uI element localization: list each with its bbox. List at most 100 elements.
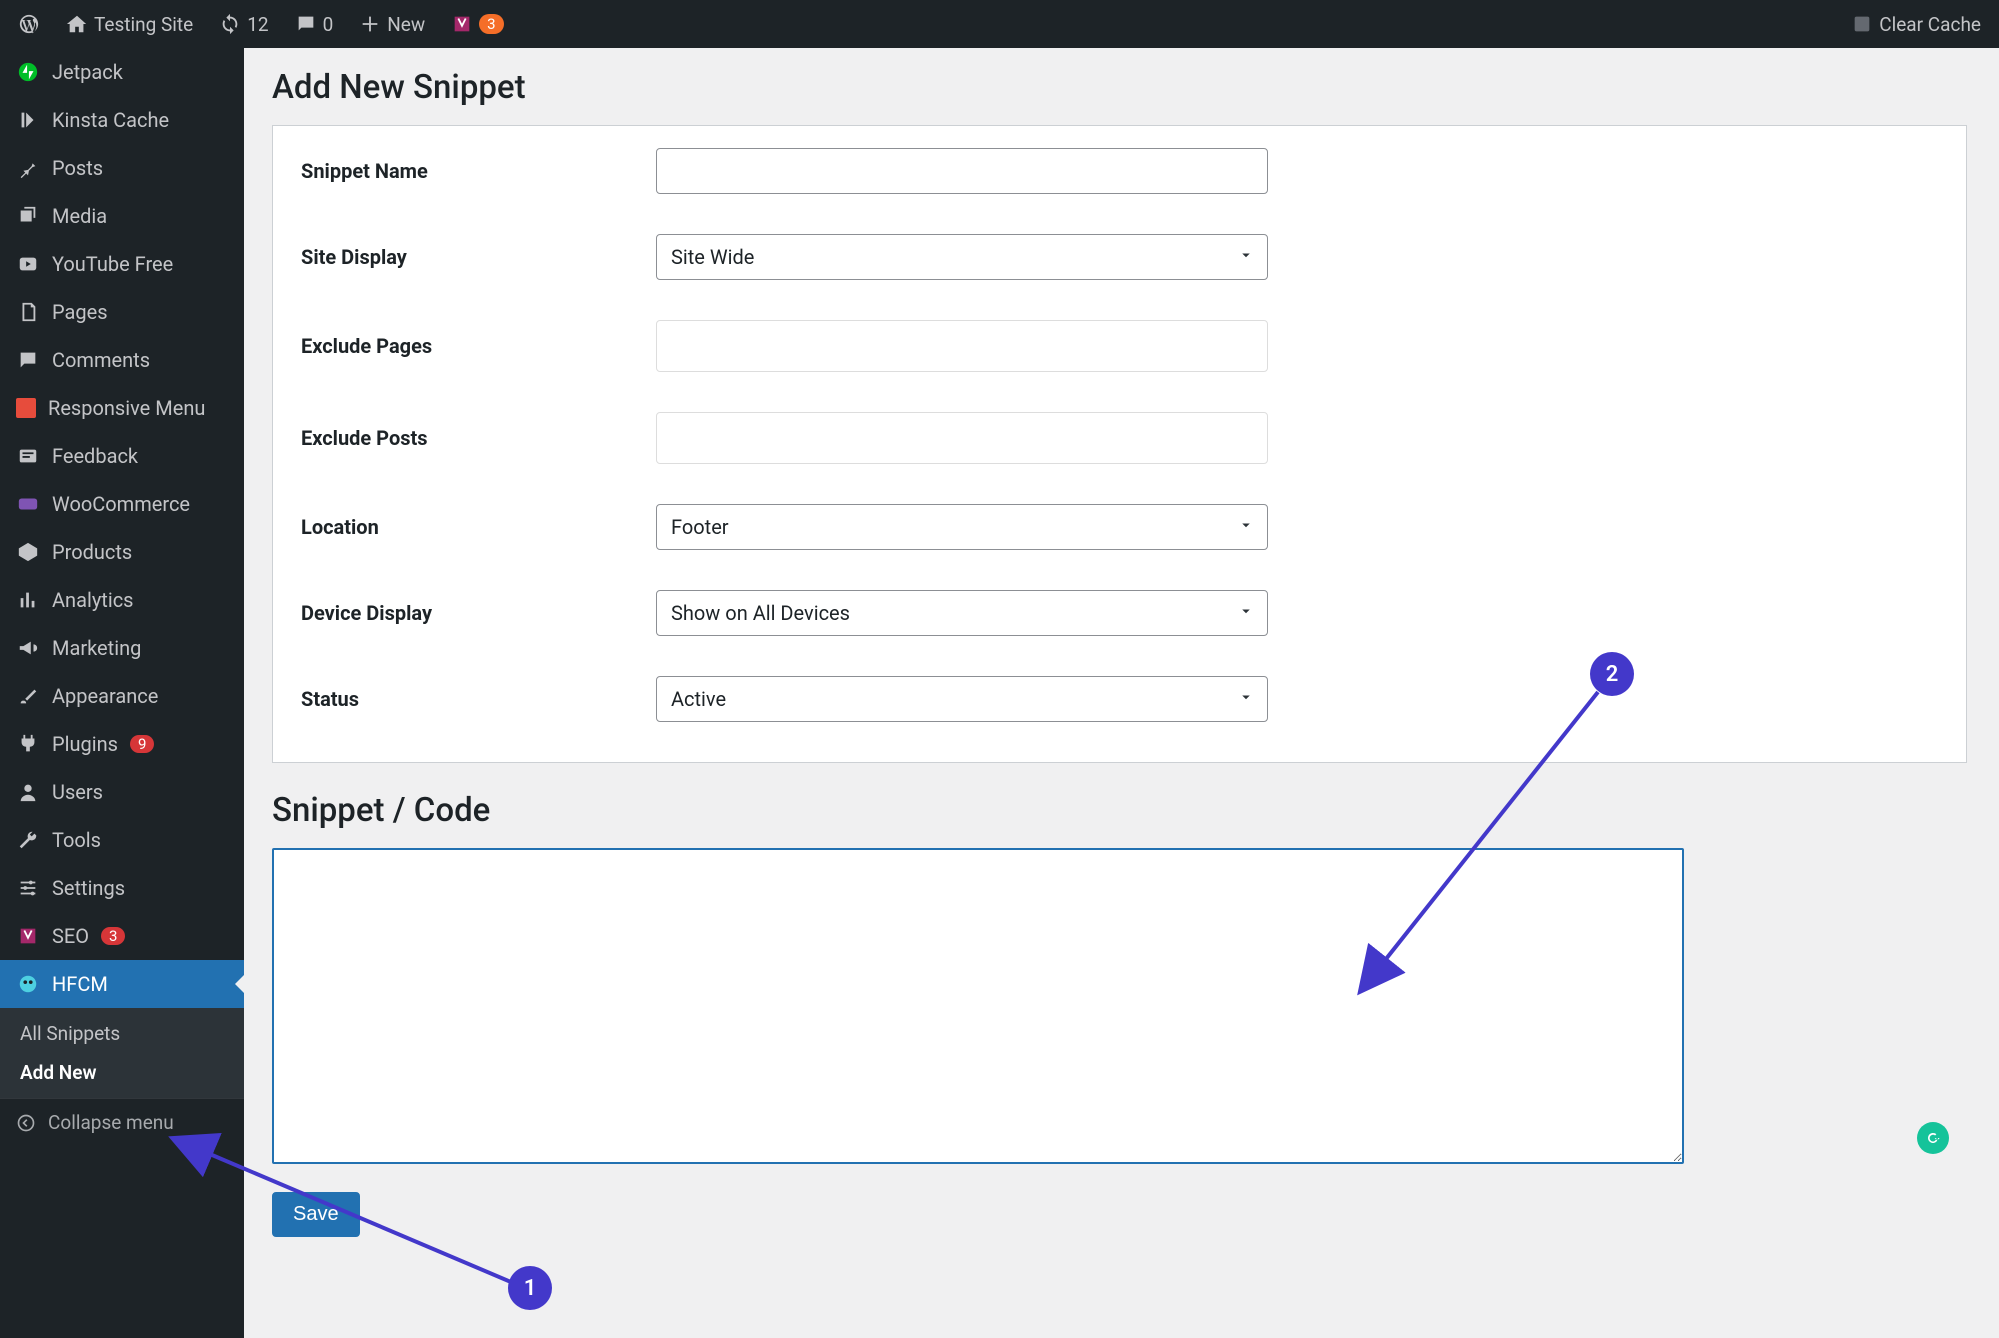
chevron-down-icon — [1237, 601, 1255, 625]
pin-icon — [16, 156, 40, 180]
sidebar-item-seo[interactable]: SEO 3 — [0, 912, 244, 960]
status-select[interactable]: Active — [656, 676, 1268, 722]
location-value: Footer — [671, 515, 729, 539]
media-icon — [16, 204, 40, 228]
yoast-icon — [16, 924, 40, 948]
sidebar-item-posts[interactable]: Posts — [0, 144, 244, 192]
sidebar-item-label: Responsive Menu — [48, 396, 205, 420]
sidebar-item-analytics[interactable]: Analytics — [0, 576, 244, 624]
location-select[interactable]: Footer — [656, 504, 1268, 550]
admin-toolbar: Testing Site 12 0 New 3 — [0, 0, 1999, 48]
updates-link[interactable]: 12 — [209, 0, 278, 48]
snippet-name-input[interactable] — [656, 148, 1268, 194]
sidebar-item-woocommerce[interactable]: WooCommerce — [0, 480, 244, 528]
wordpress-icon — [18, 13, 40, 35]
play-icon — [16, 252, 40, 276]
sidebar-item-label: Products — [52, 540, 132, 564]
user-icon — [16, 780, 40, 804]
site-name: Testing Site — [94, 13, 193, 36]
woocommerce-icon — [16, 492, 40, 516]
page-title: Add New Snippet — [272, 68, 1967, 107]
yoast-link[interactable]: 3 — [441, 0, 513, 48]
sidebar-item-label: SEO — [52, 924, 89, 948]
sidebar-item-responsive-menu[interactable]: Responsive Menu — [0, 384, 244, 432]
sidebar-item-label: Pages — [52, 300, 108, 324]
sidebar-item-marketing[interactable]: Marketing — [0, 624, 244, 672]
products-icon — [16, 540, 40, 564]
updates-count: 12 — [247, 13, 268, 36]
grammarly-icon[interactable] — [1917, 1122, 1949, 1154]
plug-icon — [16, 732, 40, 756]
new-label: New — [387, 13, 425, 36]
new-content-link[interactable]: New — [349, 0, 435, 48]
sidebar-item-tools[interactable]: Tools — [0, 816, 244, 864]
sidebar-item-pages[interactable]: Pages — [0, 288, 244, 336]
sidebar-item-label: Kinsta Cache — [52, 108, 169, 132]
sidebar-item-label: Media — [52, 204, 107, 228]
sidebar-item-label: WooCommerce — [52, 492, 190, 516]
comments-count: 0 — [323, 13, 334, 36]
exclude-pages-input[interactable] — [656, 320, 1268, 372]
cache-icon — [1851, 13, 1873, 35]
device-display-value: Show on All Devices — [671, 601, 850, 625]
comments-link[interactable]: 0 — [285, 0, 344, 48]
sidebar-item-youtube[interactable]: YouTube Free — [0, 240, 244, 288]
refresh-icon — [219, 13, 241, 35]
sidebar-item-feedback[interactable]: Feedback — [0, 432, 244, 480]
sidebar-item-label: Jetpack — [52, 60, 123, 84]
location-label: Location — [301, 515, 656, 539]
sidebar-item-label: HFCM — [52, 972, 108, 996]
feedback-icon — [16, 444, 40, 468]
save-button[interactable]: Save — [272, 1192, 360, 1237]
clear-cache-link[interactable]: Clear Cache — [1841, 0, 1991, 48]
sidebar-item-label: Tools — [52, 828, 101, 852]
sidebar-item-appearance[interactable]: Appearance — [0, 672, 244, 720]
device-display-label: Device Display — [301, 601, 656, 625]
site-display-value: Site Wide — [671, 245, 754, 269]
admin-sidebar: Jetpack Kinsta Cache Posts Media YouTube… — [0, 48, 244, 1338]
chevron-down-icon — [1237, 245, 1255, 269]
sidebar-item-label: Users — [52, 780, 103, 804]
sidebar-item-kinsta[interactable]: Kinsta Cache — [0, 96, 244, 144]
sub-item-all-snippets[interactable]: All Snippets — [0, 1014, 244, 1053]
annotation-2: 2 — [1590, 652, 1634, 696]
code-textarea[interactable] — [272, 848, 1684, 1164]
exclude-posts-input[interactable] — [656, 412, 1268, 464]
analytics-icon — [16, 588, 40, 612]
status-label: Status — [301, 687, 656, 711]
site-display-select[interactable]: Site Wide — [656, 234, 1268, 280]
sidebar-item-jetpack[interactable]: Jetpack — [0, 48, 244, 96]
jetpack-icon — [16, 60, 40, 84]
sidebar-item-settings[interactable]: Settings — [0, 864, 244, 912]
site-link[interactable]: Testing Site — [56, 0, 203, 48]
sub-item-add-new[interactable]: Add New — [0, 1053, 244, 1092]
sidebar-item-plugins[interactable]: Plugins 9 — [0, 720, 244, 768]
form-panel: Snippet Name Site Display Site Wide Excl… — [272, 125, 1967, 763]
exclude-posts-label: Exclude Posts — [301, 426, 656, 450]
pages-icon — [16, 300, 40, 324]
chevron-down-icon — [1237, 687, 1255, 711]
wp-logo[interactable] — [8, 0, 50, 48]
plugins-badge: 9 — [130, 735, 154, 753]
sidebar-submenu: All Snippets Add New — [0, 1008, 244, 1098]
kinsta-icon — [16, 108, 40, 132]
sidebar-item-label: Analytics — [52, 588, 134, 612]
sidebar-item-products[interactable]: Products — [0, 528, 244, 576]
collapse-menu[interactable]: Collapse menu — [0, 1098, 244, 1146]
sidebar-item-label: Settings — [52, 876, 125, 900]
site-display-label: Site Display — [301, 245, 656, 269]
sliders-icon — [16, 876, 40, 900]
exclude-pages-label: Exclude Pages — [301, 334, 656, 358]
sidebar-item-users[interactable]: Users — [0, 768, 244, 816]
clear-cache-label: Clear Cache — [1879, 13, 1981, 36]
sidebar-item-media[interactable]: Media — [0, 192, 244, 240]
collapse-label: Collapse menu — [48, 1111, 174, 1134]
sidebar-item-comments[interactable]: Comments — [0, 336, 244, 384]
comment-icon — [295, 13, 317, 35]
device-display-select[interactable]: Show on All Devices — [656, 590, 1268, 636]
sidebar-item-hfcm[interactable]: HFCM — [0, 960, 244, 1008]
sidebar-item-label: Feedback — [52, 444, 138, 468]
yoast-icon — [451, 13, 473, 35]
seo-badge: 3 — [101, 927, 125, 945]
code-section-title: Snippet / Code — [272, 791, 1967, 830]
